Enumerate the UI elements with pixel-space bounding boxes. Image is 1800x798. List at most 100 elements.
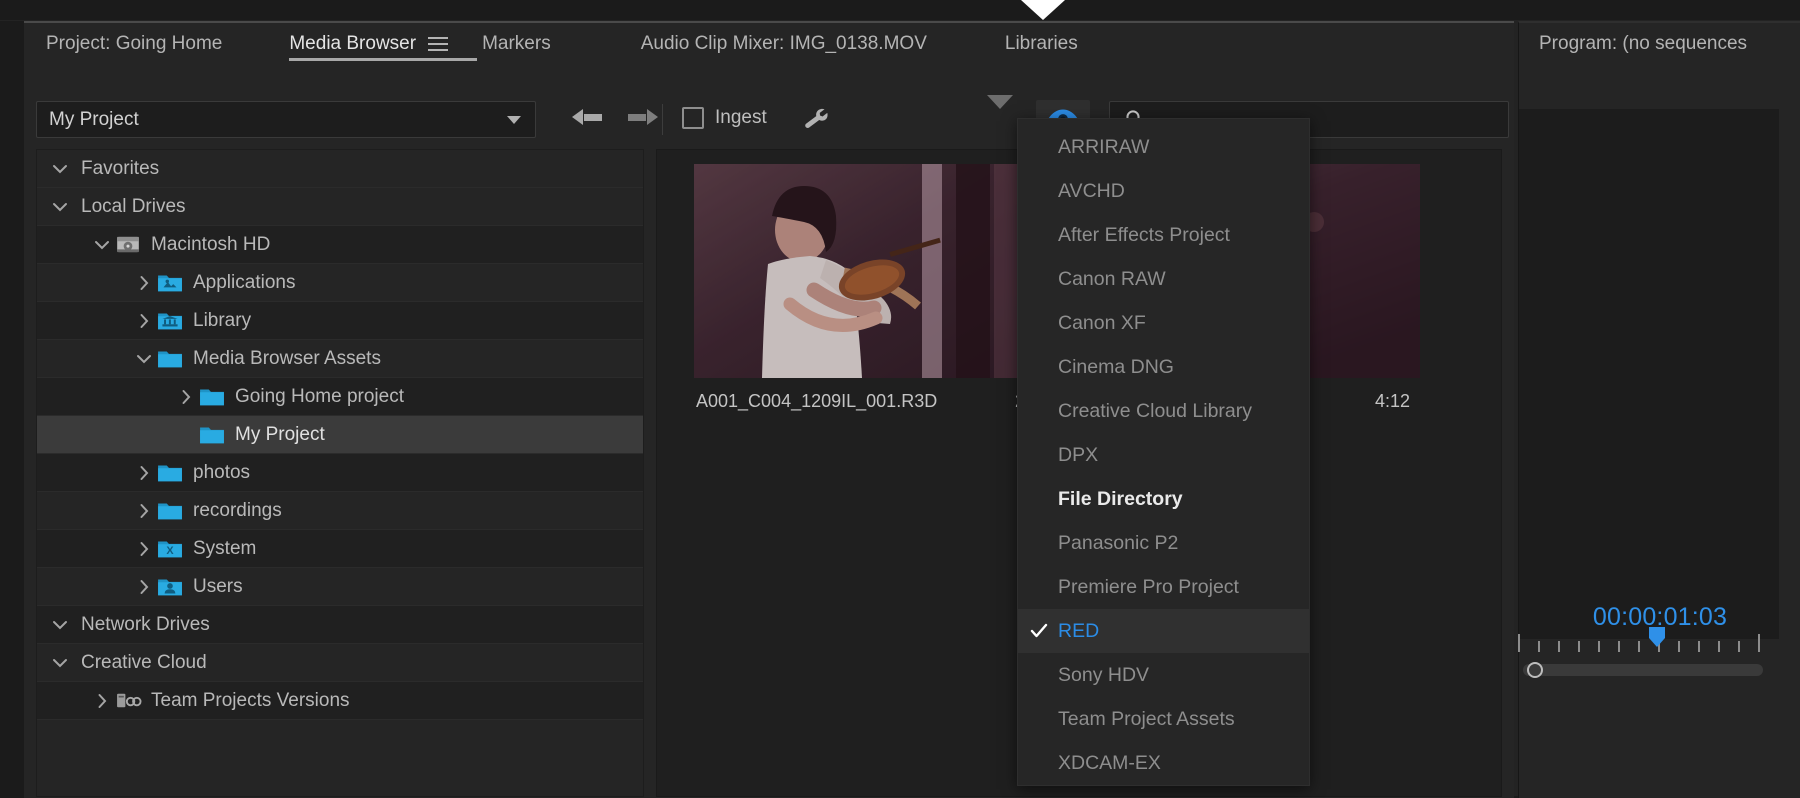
chevron-right-icon[interactable] [131, 465, 157, 481]
window-top-strip [0, 0, 1800, 20]
tree-item-recordings[interactable]: recordings [37, 492, 643, 530]
arrow-left-icon[interactable] [572, 107, 602, 129]
tree-item-library[interactable]: Library [37, 302, 643, 340]
menu-item-canon-xf[interactable]: Canon XF [1018, 301, 1309, 345]
tab-program[interactable]: Program: (no sequences [1519, 23, 1800, 65]
chevron-down-icon[interactable] [47, 201, 73, 213]
menu-item-label: ARRIRAW [1058, 135, 1150, 158]
tree-item-going-home-project[interactable]: Going Home project [37, 378, 643, 416]
playhead-marker[interactable] [1648, 626, 1666, 648]
menu-item-label: Canon XF [1058, 311, 1146, 334]
menu-item-label: Team Project Assets [1058, 707, 1235, 730]
tab-label: Libraries [1004, 33, 1078, 54]
menu-item-dpx[interactable]: DPX [1018, 433, 1309, 477]
menu-item-label: Cinema DNG [1058, 355, 1174, 378]
wrench-icon[interactable] [804, 107, 830, 133]
chevron-down-icon[interactable] [47, 657, 73, 669]
folder-system-icon: X [157, 538, 183, 559]
program-zoom-handle[interactable] [1527, 662, 1543, 678]
folder-icon [199, 424, 225, 445]
program-monitor-stage [1519, 109, 1779, 639]
tab-label: Audio Clip Mixer: IMG_0138.MOV [640, 33, 927, 54]
tab-media-browser[interactable]: Media Browser [289, 23, 478, 65]
tree-item-media-browser-assets[interactable]: Media Browser Assets [37, 340, 643, 378]
navigation-arrows [572, 107, 658, 129]
menu-item-premiere-pro-project[interactable]: Premiere Pro Project [1018, 565, 1309, 609]
menu-item-label: Creative Cloud Library [1058, 399, 1253, 422]
menu-item-after-effects-project[interactable]: After Effects Project [1018, 213, 1309, 257]
clip-thumbnail-image[interactable] [694, 164, 1050, 378]
chevron-down-icon [507, 115, 521, 124]
chevron-right-icon[interactable] [131, 275, 157, 291]
clip-thumbnail-cell[interactable]: A001_C004_1209IL_001.R3D 2:0 [694, 164, 1050, 412]
panel-menu-icon[interactable] [428, 37, 449, 51]
menu-item-avchd[interactable]: AVCHD [1018, 169, 1309, 213]
menu-item-label: AVCHD [1058, 179, 1125, 202]
menu-item-arriraw[interactable]: ARRIRAW [1018, 125, 1309, 169]
team-projects-icon [115, 690, 142, 711]
media-browser-tree[interactable]: Favorites Local Drives Macintosh HD Applica… [36, 149, 644, 797]
chevron-down-icon[interactable] [131, 353, 157, 365]
tree-item-label: Favorites [81, 157, 160, 179]
program-zoom-scrollbar[interactable] [1523, 664, 1763, 676]
folder-apps-icon [157, 272, 183, 293]
menu-item-xdcam-ex[interactable]: XDCAM-EX [1018, 741, 1309, 785]
tab-label: Markers [482, 33, 551, 54]
path-dropdown[interactable]: My Project [36, 101, 536, 138]
chevron-down-icon[interactable] [47, 619, 73, 631]
tab-label: Media Browser [289, 33, 417, 54]
chevron-right-icon[interactable] [131, 541, 157, 557]
menu-item-creative-cloud-library[interactable]: Creative Cloud Library [1018, 389, 1309, 433]
menu-item-team-project-assets[interactable]: Team Project Assets [1018, 697, 1309, 741]
tree-item-network-drives[interactable]: Network Drives [37, 606, 643, 644]
tree-item-local-drives[interactable]: Local Drives [37, 188, 643, 226]
menu-item-label: XDCAM-EX [1058, 751, 1161, 774]
tree-item-label: Team Projects Versions [151, 689, 350, 711]
tree-item-label: Creative Cloud [81, 651, 207, 673]
arrow-right-icon[interactable] [628, 107, 658, 129]
tab-project-going-home[interactable]: Project: Going Home [46, 23, 222, 65]
tree-item-label: My Project [235, 423, 325, 445]
chevron-right-icon[interactable] [131, 503, 157, 519]
file-type-filter-dropdown[interactable]: ARRIRAW AVCHD After Effects Project Canon R… [1017, 118, 1310, 786]
tree-item-team-projects-versions[interactable]: Team Projects Versions [37, 682, 643, 720]
tab-libraries[interactable]: Libraries [1005, 23, 1078, 65]
menu-item-file-directory[interactable]: File Directory [1018, 477, 1309, 521]
menu-item-label: Sony HDV [1058, 663, 1150, 686]
tree-item-favorites[interactable]: Favorites [37, 150, 643, 188]
menu-item-label: Panasonic P2 [1058, 531, 1179, 554]
menu-item-red[interactable]: RED [1018, 609, 1309, 653]
tree-item-system[interactable]: X System [37, 530, 643, 568]
tree-item-label: Network Drives [81, 613, 210, 635]
chevron-right-icon[interactable] [173, 389, 199, 405]
chevron-down-icon[interactable] [47, 163, 73, 175]
tab-markers[interactable]: Markers [482, 23, 551, 65]
folder-users-icon [157, 576, 183, 597]
chevron-right-icon[interactable] [131, 313, 157, 329]
funnel-icon[interactable] [987, 95, 1013, 133]
tab-audio-clip-mixer[interactable]: Audio Clip Mixer: IMG_0138.MOV [641, 23, 927, 65]
harddisk-icon [115, 234, 141, 255]
tree-item-label: Local Drives [81, 195, 186, 217]
ingest-checkbox[interactable] [682, 107, 704, 129]
chevron-right-icon[interactable] [89, 693, 115, 709]
menu-item-canon-raw[interactable]: Canon RAW [1018, 257, 1309, 301]
menu-item-cinema-dng[interactable]: Cinema DNG [1018, 345, 1309, 389]
panel-tab-bar: Project: Going Home Media Browser Marker… [24, 23, 1514, 65]
tree-item-creative-cloud[interactable]: Creative Cloud [37, 644, 643, 682]
program-time-ruler[interactable] [1518, 632, 1763, 654]
svg-text:X: X [166, 545, 174, 557]
tree-item-my-project[interactable]: My Project [37, 416, 643, 454]
chevron-right-icon[interactable] [131, 579, 157, 595]
tree-item-macintosh-hd[interactable]: Macintosh HD [37, 226, 643, 264]
menu-item-panasonic-p2[interactable]: Panasonic P2 [1018, 521, 1309, 565]
tree-item-label: Users [193, 575, 243, 597]
folder-icon [199, 386, 225, 407]
menu-item-sony-hdv[interactable]: Sony HDV [1018, 653, 1309, 697]
tree-item-users[interactable]: Users [37, 568, 643, 606]
ingest-checkbox-group[interactable]: Ingest [682, 107, 767, 129]
chevron-down-icon[interactable] [89, 239, 115, 251]
tree-item-photos[interactable]: photos [37, 454, 643, 492]
active-tab-underline [289, 58, 478, 61]
tree-item-applications[interactable]: Applications [37, 264, 643, 302]
